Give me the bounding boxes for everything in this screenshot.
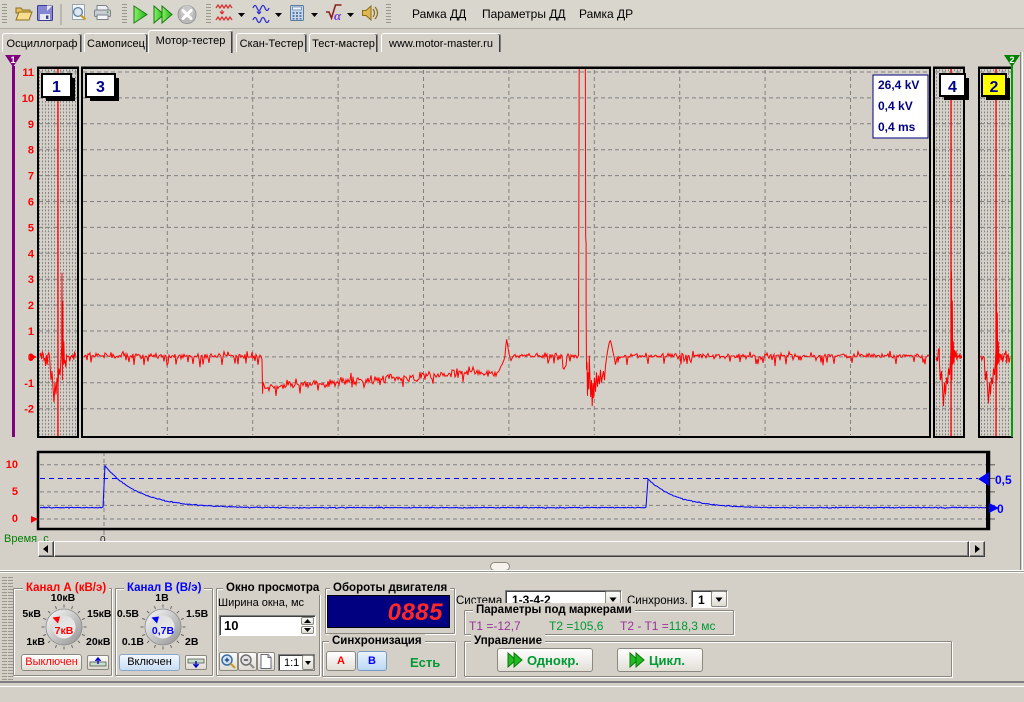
svg-text:0.5В: 0.5В [117,608,140,620]
svg-text:1кВ: 1кВ [26,636,45,648]
svg-text:3: 3 [28,274,34,286]
svg-text:10: 10 [22,93,34,105]
svg-text:2В: 2В [185,636,199,648]
svg-text:6: 6 [28,197,34,209]
svg-text:10кВ: 10кВ [51,592,76,604]
svg-text:0,7В: 0,7В [152,625,175,637]
svg-text:15кВ: 15кВ [87,608,112,620]
svg-text:0,5: 0,5 [995,473,1012,487]
svg-text:α: α [334,8,342,23]
svg-text:9: 9 [28,119,34,131]
svg-text:5: 5 [12,486,18,498]
svg-text:2: 2 [990,79,999,96]
svg-text:4: 4 [28,248,35,260]
svg-text:0: 0 [12,513,18,525]
svg-text:1: 1 [52,79,61,96]
svg-text:1: 1 [10,55,15,65]
svg-text:2: 2 [1009,55,1014,65]
svg-text:0,4 kV: 0,4 kV [878,99,913,113]
svg-text:4: 4 [948,79,957,96]
svg-text:-2: -2 [24,404,34,416]
svg-text:Однокр.: Однокр. [527,653,579,668]
svg-text:20кВ: 20кВ [86,636,111,648]
svg-text:0: 0 [997,502,1004,516]
svg-text:Цикл.: Цикл. [649,653,685,668]
svg-text:-1: -1 [24,378,34,390]
svg-text:0,4 ms: 0,4 ms [878,120,916,134]
svg-text:11: 11 [22,67,34,79]
svg-text:26,4 kV: 26,4 kV [878,78,919,92]
svg-text:5: 5 [28,222,34,234]
svg-text:7: 7 [28,171,34,183]
svg-text:10: 10 [6,459,18,471]
svg-text:1: 1 [28,326,34,338]
svg-text:5кВ: 5кВ [22,608,41,620]
svg-text:7кВ: 7кВ [55,625,74,637]
svg-text:1.5В: 1.5В [186,608,209,620]
svg-text:1В: 1В [155,592,169,604]
svg-text:3: 3 [96,79,105,96]
svg-text:2: 2 [28,300,34,312]
svg-text:0.1В: 0.1В [122,636,145,648]
svg-text:8: 8 [28,145,34,157]
